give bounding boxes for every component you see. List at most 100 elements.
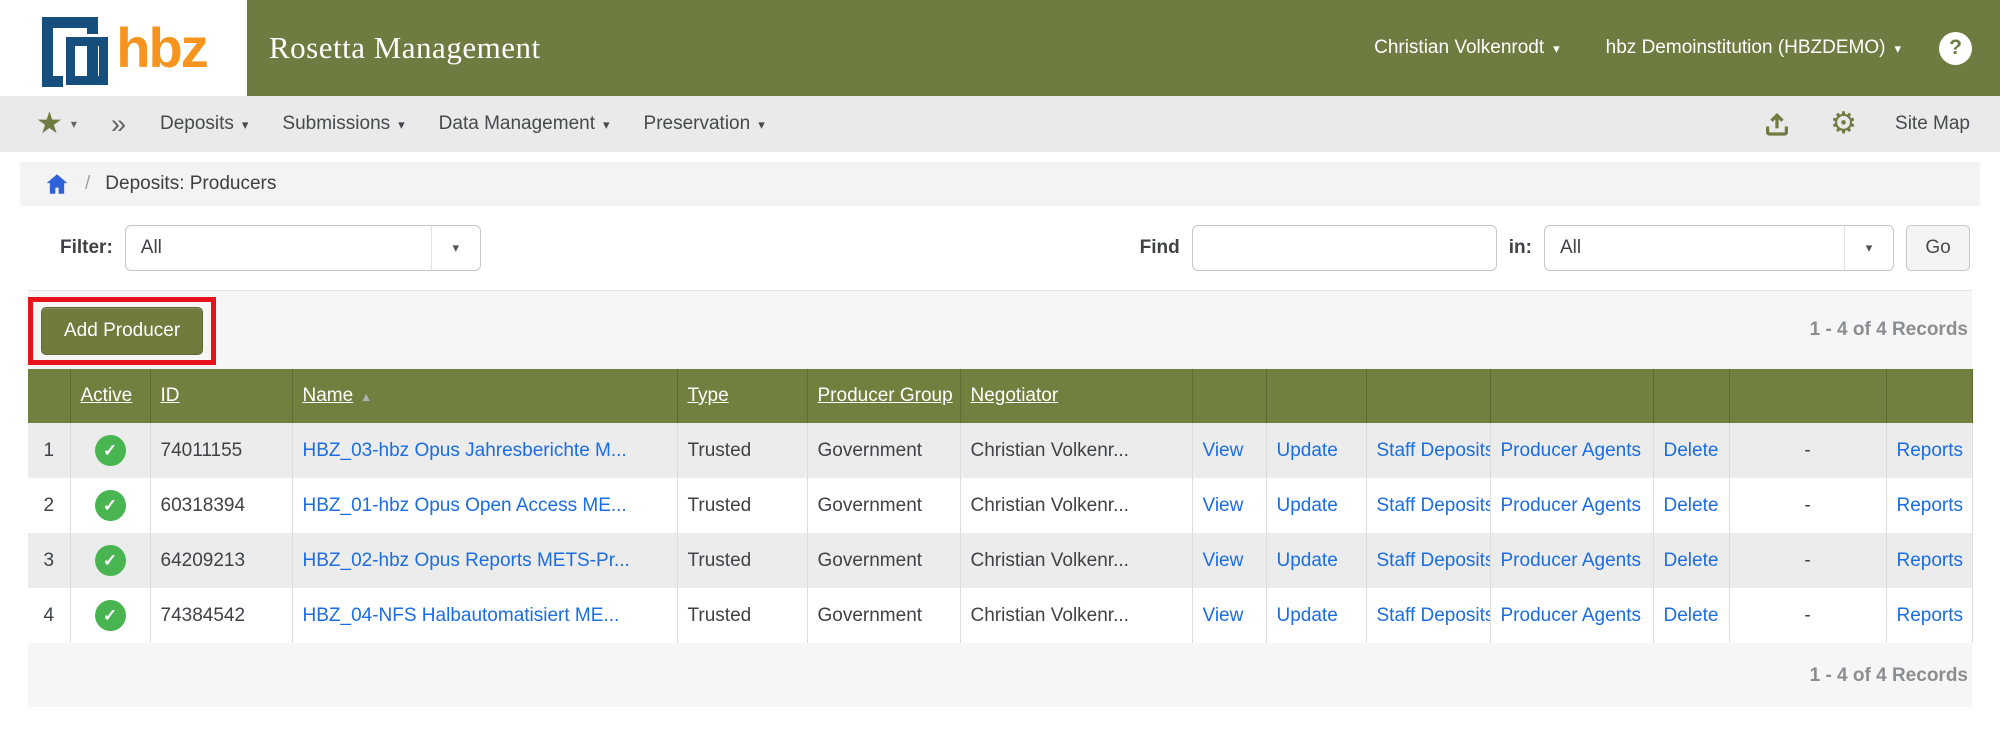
dash-cell: - (1729, 423, 1886, 478)
negotiator-cell: Christian Volkenr... (960, 478, 1192, 533)
producer-name-link[interactable]: HBZ_02-hbz Opus Reports METS-Pr... (303, 550, 630, 571)
producer-agents-cell: Producer Agents (1490, 588, 1653, 643)
submit-job-button[interactable] (1762, 109, 1792, 139)
expand-menus-button[interactable]: » (111, 111, 126, 138)
view-link[interactable]: View (1203, 495, 1244, 516)
menu-deposits-label: Deposits (160, 113, 234, 135)
staff-deposits-link[interactable]: Staff Deposits (1377, 605, 1491, 626)
header-producer-group[interactable]: Producer Group (807, 369, 960, 423)
staff-deposits-cell: Staff Deposits (1366, 533, 1490, 588)
name-cell: HBZ_01-hbz Opus Open Access ME... (292, 478, 677, 533)
reports-link[interactable]: Reports (1897, 495, 1964, 516)
home-link[interactable] (44, 171, 70, 197)
go-button[interactable]: Go (1906, 225, 1970, 271)
view-cell: View (1192, 478, 1266, 533)
filter-select[interactable]: All ▾ (125, 225, 481, 271)
user-menu[interactable]: Christian Volkenrodt ▾ (1374, 37, 1560, 59)
find-label: Find (1140, 237, 1180, 259)
header-name[interactable]: Name▲ (292, 369, 677, 423)
producer-name-link[interactable]: HBZ_01-hbz Opus Open Access ME... (303, 495, 627, 516)
negotiator-cell: Christian Volkenr... (960, 588, 1192, 643)
star-icon: ★ (36, 109, 63, 139)
chevron-down-icon: ▾ (431, 226, 480, 270)
header-id[interactable]: ID (150, 369, 292, 423)
header-staff-deposits (1366, 369, 1490, 423)
header-delete (1653, 369, 1729, 423)
hbz-logo-text: hbz (116, 20, 206, 76)
table-row: 3 ✓ 64209213 HBZ_02-hbz Opus Reports MET… (28, 533, 1972, 588)
staff-deposits-link[interactable]: Staff Deposits (1377, 495, 1491, 516)
records-summary-top: 1 - 4 of 4 Records (1810, 319, 1968, 341)
active-check-icon: ✓ (95, 600, 126, 631)
view-link[interactable]: View (1203, 605, 1244, 626)
update-cell: Update (1266, 588, 1366, 643)
dash-cell: - (1729, 478, 1886, 533)
header-type[interactable]: Type (677, 369, 807, 423)
table-row: 1 ✓ 74011155 HBZ_03-hbz Opus Jahresberic… (28, 423, 1972, 478)
help-button[interactable]: ? (1939, 32, 1972, 65)
menu-submissions[interactable]: Submissions ▾ (282, 113, 404, 135)
sort-ascending-icon: ▲ (360, 390, 372, 404)
update-link[interactable]: Update (1277, 605, 1338, 626)
reports-link[interactable]: Reports (1897, 440, 1964, 461)
producer-name-link[interactable]: HBZ_04-NFS Halbautomatisiert ME... (303, 605, 620, 626)
staff-deposits-link[interactable]: Staff Deposits (1377, 440, 1491, 461)
app-title: Rosetta Management (269, 30, 541, 66)
staff-deposits-cell: Staff Deposits (1366, 478, 1490, 533)
in-select[interactable]: All ▾ (1544, 225, 1894, 271)
chevron-down-icon: ▾ (71, 117, 77, 131)
row-number: 1 (28, 423, 70, 478)
hbz-logo[interactable]: hbz (0, 0, 247, 96)
delete-link[interactable]: Delete (1664, 605, 1719, 626)
delete-link[interactable]: Delete (1664, 440, 1719, 461)
producer-group-cell: Government (807, 588, 960, 643)
id-cell: 74011155 (150, 423, 292, 478)
producer-agents-link[interactable]: Producer Agents (1501, 550, 1641, 571)
update-link[interactable]: Update (1277, 495, 1338, 516)
delete-link[interactable]: Delete (1664, 495, 1719, 516)
update-link[interactable]: Update (1277, 550, 1338, 571)
name-cell: HBZ_04-NFS Halbautomatisiert ME... (292, 588, 677, 643)
active-cell: ✓ (70, 423, 150, 478)
add-producer-button[interactable]: Add Producer (41, 307, 203, 355)
menu-deposits[interactable]: Deposits ▾ (160, 113, 248, 135)
active-check-icon: ✓ (95, 490, 126, 521)
update-cell: Update (1266, 533, 1366, 588)
settings-button[interactable]: ⚙ (1830, 109, 1857, 139)
question-mark-icon: ? (1949, 36, 1962, 60)
menu-data-management[interactable]: Data Management ▾ (439, 113, 610, 135)
update-cell: Update (1266, 478, 1366, 533)
view-link[interactable]: View (1203, 440, 1244, 461)
reports-link[interactable]: Reports (1897, 550, 1964, 571)
header-negotiator[interactable]: Negotiator (960, 369, 1192, 423)
producer-name-link[interactable]: HBZ_03-hbz Opus Jahresberichte M... (303, 440, 627, 461)
favorites-menu[interactable]: ★ ▾ (36, 109, 77, 139)
reports-cell: Reports (1886, 423, 1972, 478)
producer-agents-link[interactable]: Producer Agents (1501, 440, 1641, 461)
view-link[interactable]: View (1203, 550, 1244, 571)
chevron-down-icon: ▾ (1894, 42, 1901, 55)
header-active[interactable]: Active (70, 369, 150, 423)
delete-cell: Delete (1653, 478, 1729, 533)
annotation-highlight-box: Add Producer (28, 297, 216, 365)
hbz-logo-icon (40, 15, 104, 81)
id-cell: 74384542 (150, 588, 292, 643)
update-link[interactable]: Update (1277, 440, 1338, 461)
view-cell: View (1192, 533, 1266, 588)
header-row-number (28, 369, 70, 423)
producer-agents-link[interactable]: Producer Agents (1501, 605, 1641, 626)
institution-menu[interactable]: hbz Demoinstitution (HBZDEMO) ▾ (1606, 37, 1901, 59)
chevron-down-icon: ▾ (1844, 226, 1893, 270)
delete-link[interactable]: Delete (1664, 550, 1719, 571)
negotiator-cell: Christian Volkenr... (960, 423, 1192, 478)
top-header: hbz Rosetta Management Christian Volkenr… (0, 0, 2000, 96)
producer-agents-link[interactable]: Producer Agents (1501, 495, 1641, 516)
reports-cell: Reports (1886, 478, 1972, 533)
menu-preservation[interactable]: Preservation ▾ (644, 113, 765, 135)
reports-link[interactable]: Reports (1897, 605, 1964, 626)
staff-deposits-link[interactable]: Staff Deposits (1377, 550, 1491, 571)
site-map-link[interactable]: Site Map (1895, 113, 1970, 135)
find-input[interactable] (1192, 225, 1497, 271)
staff-deposits-cell: Staff Deposits (1366, 588, 1490, 643)
producer-group-cell: Government (807, 533, 960, 588)
